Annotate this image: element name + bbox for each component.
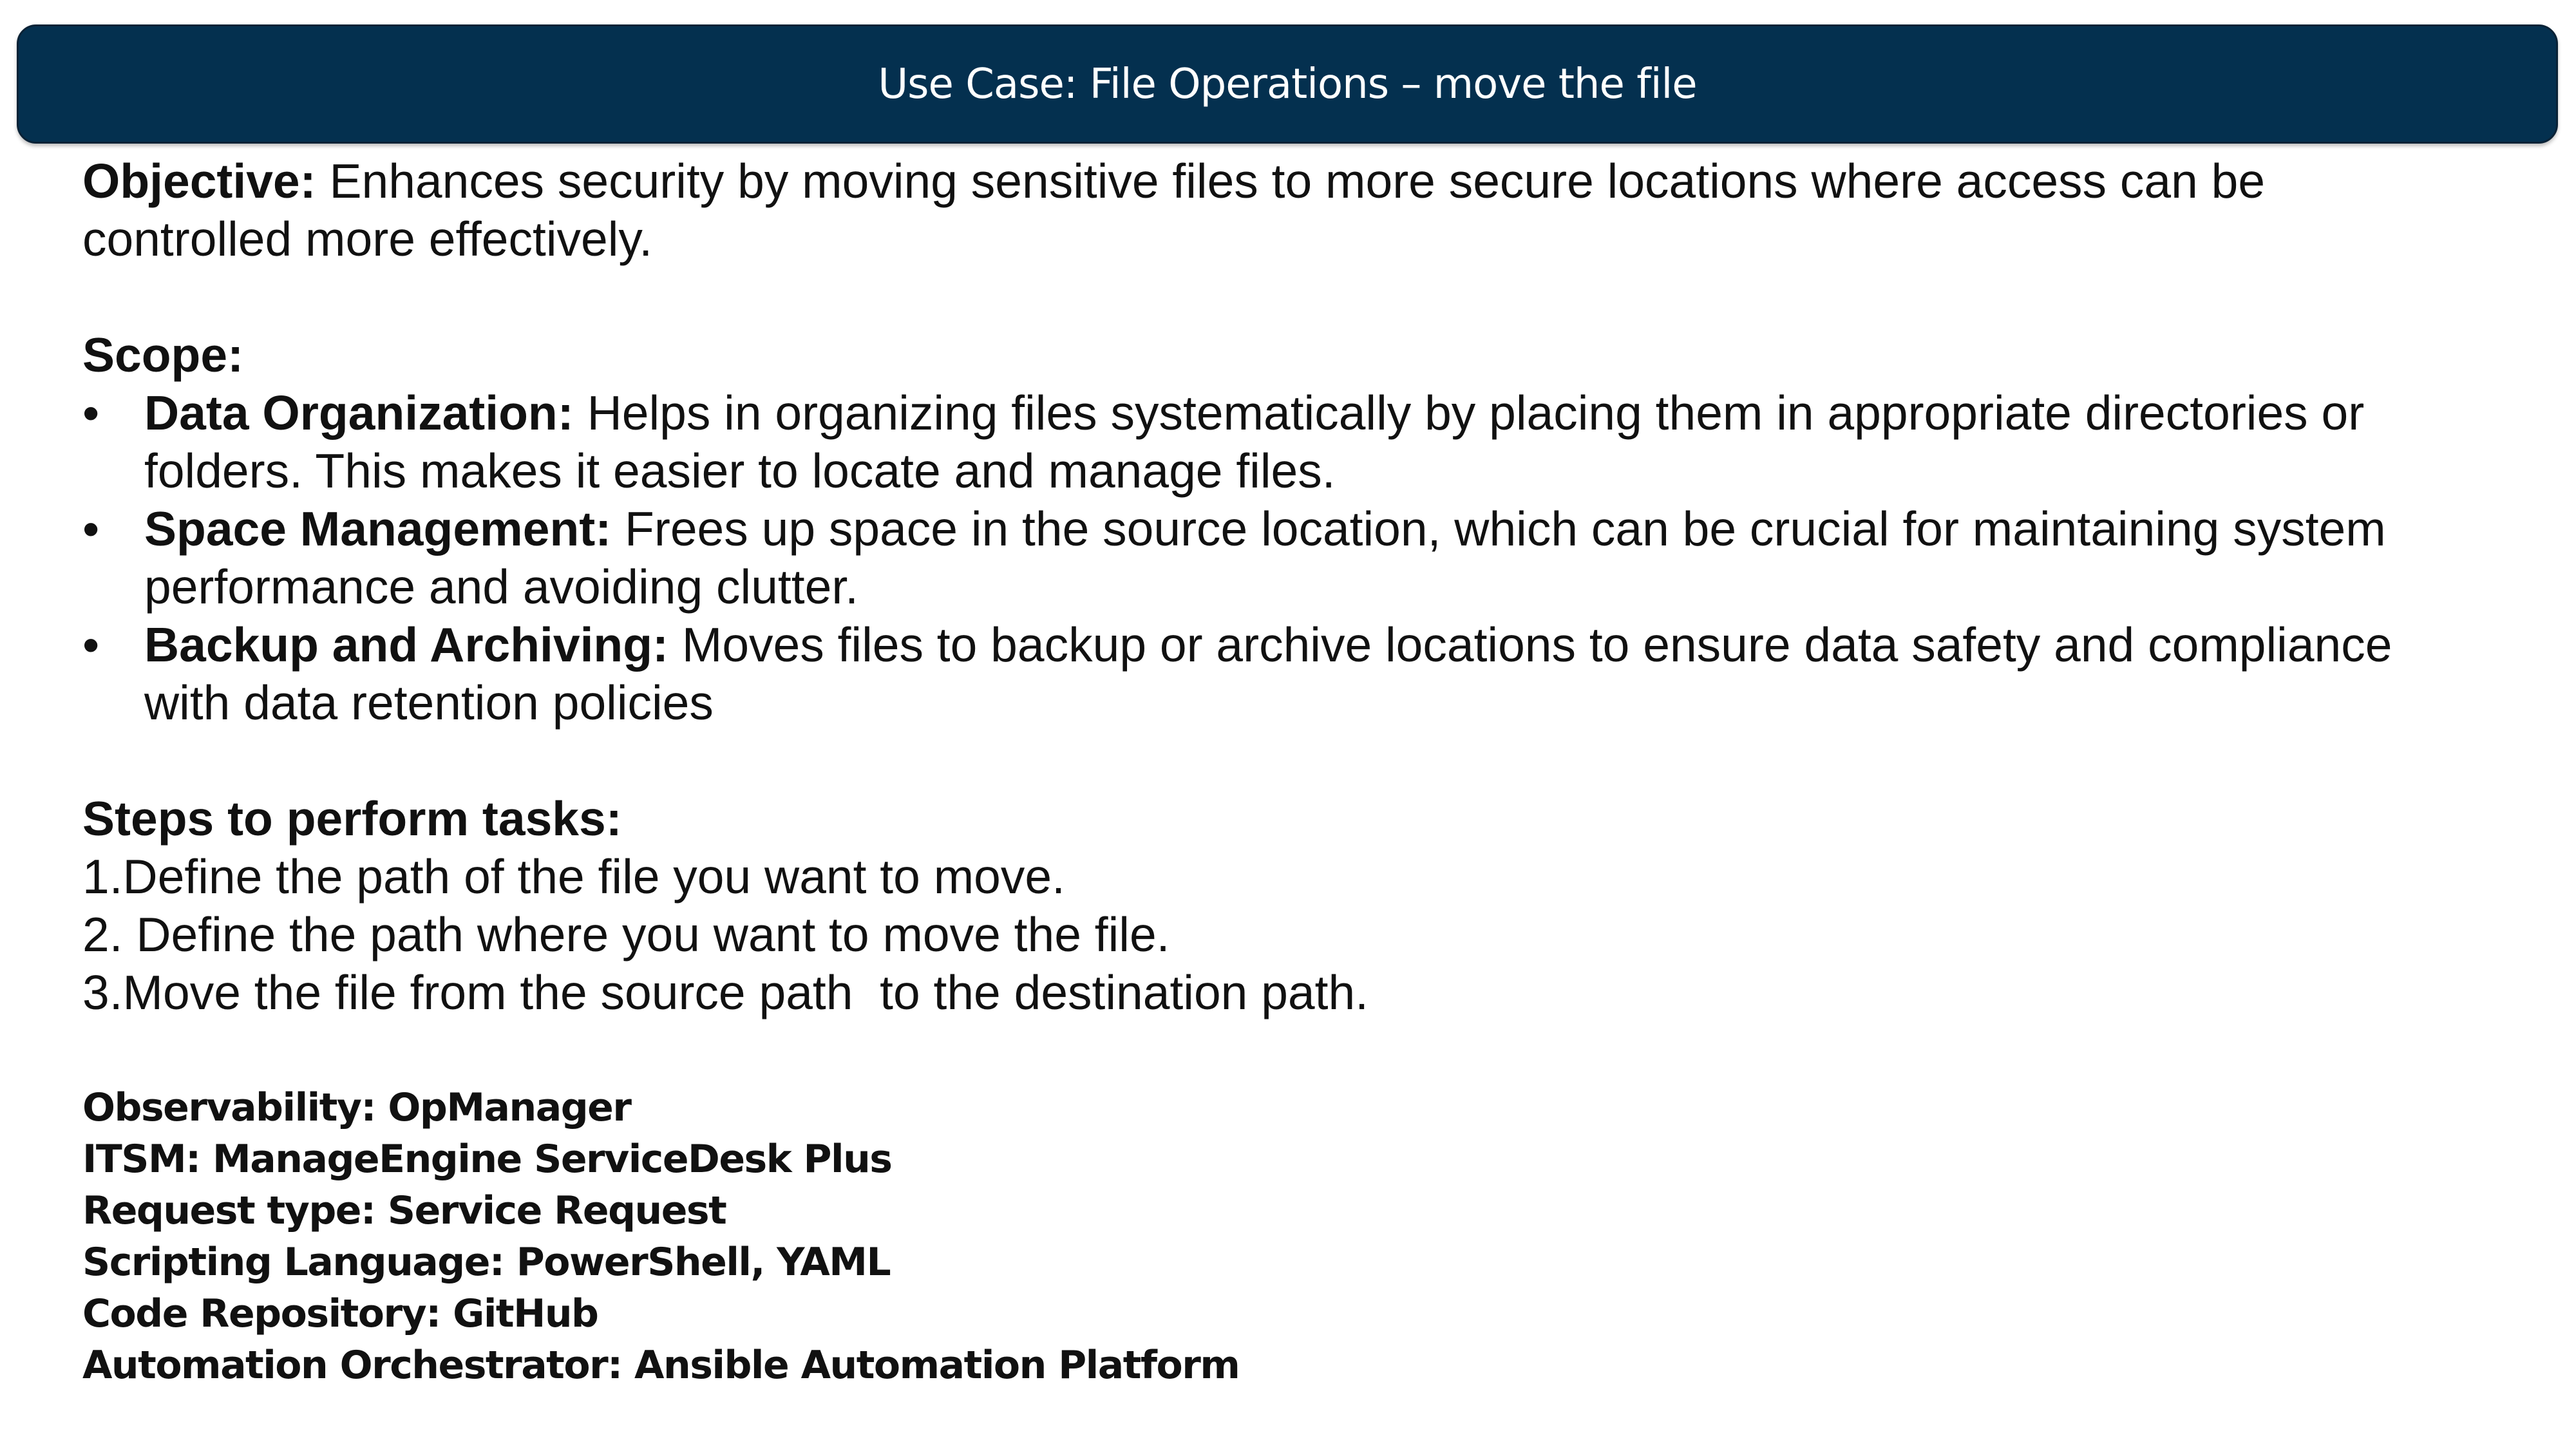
scope-item-space-management: • Space Management: Frees up space in the… [82,500,2465,616]
tooling-details: Observability: OpManager ITSM: ManageEng… [82,1082,1240,1391]
meta-automation-orchestrator: Automation Orchestrator: Ansible Automat… [82,1343,1240,1388]
meta-observability: Observability: OpManager [82,1085,632,1130]
objective-text: Enhances security by moving sensitive fi… [82,154,2266,266]
bullet-icon: • [82,386,100,440]
scope-heading: Scope: [82,328,244,382]
meta-scripting-language: Scripting Language: PowerShell, YAML [82,1240,891,1285]
objective-paragraph: Objective: Enhances security by moving s… [82,152,2465,268]
objective-label: Objective: [82,154,316,208]
meta-itsm: ITSM: ManageEngine ServiceDesk Plus [82,1137,893,1182]
scope-item-data-organization: • Data Organization: Helps in organizing … [82,384,2465,500]
title-banner: Use Case: File Operations – move the fil… [17,24,2558,144]
step-item-3: 3.Move the file from the source path to … [82,965,1369,1019]
bullet-icon: • [82,502,100,556]
scope-item-backup-archiving: • Backup and Archiving: Moves files to ba… [82,616,2465,732]
scope-item-label: Data Organization: [144,386,574,440]
meta-code-repository: Code Repository: GitHub [82,1291,599,1336]
scope-item-label: Backup and Archiving: [144,618,669,672]
step-item-1: 1.Define the path of the file you want t… [82,849,1065,904]
steps-heading: Steps to perform tasks: [82,791,622,846]
step-item-2: 2. Define the path where you want to mov… [82,907,1170,961]
scope-item-label: Space Management: [144,502,612,556]
bullet-icon: • [82,618,100,672]
main-content: Objective: Enhances security by moving s… [82,152,2465,1021]
page-title: Use Case: File Operations – move the fil… [878,60,1697,108]
meta-request-type: Request type: Service Request [82,1188,727,1233]
